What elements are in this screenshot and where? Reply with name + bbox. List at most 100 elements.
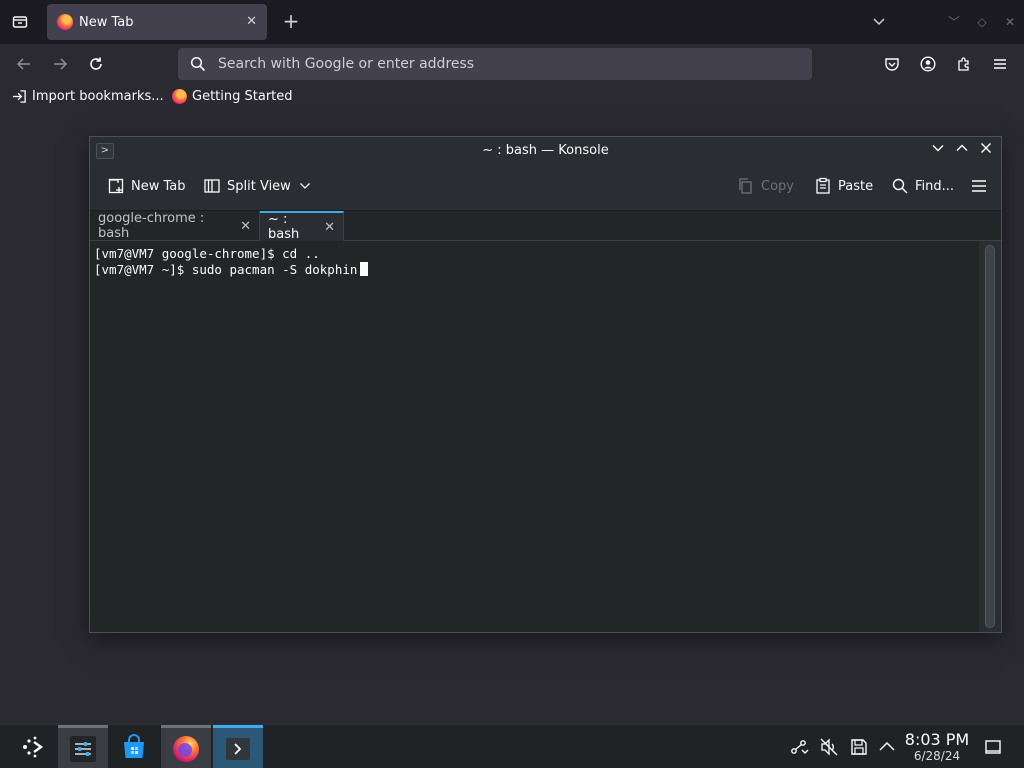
search-icon (891, 177, 909, 195)
close-window-button[interactable]: ✕ (1002, 12, 1018, 32)
taskbar-discover[interactable] (109, 725, 159, 768)
firefox-logo-icon (172, 89, 187, 104)
clock-date: 6/28/24 (913, 749, 961, 763)
tray-expand[interactable] (876, 737, 898, 757)
forward-button[interactable] (48, 52, 72, 76)
terminal-line: [vm7@VM7 google-chrome]$ cd .. (94, 246, 320, 261)
chevron-down-icon (932, 145, 944, 152)
close-tab-icon[interactable]: ✕ (324, 220, 335, 235)
hamburger-menu-icon (972, 180, 986, 192)
floppy-disk-icon (851, 739, 867, 755)
bookmark-label: Import bookmarks... (32, 89, 164, 104)
arrow-left-icon (16, 58, 30, 70)
minimize-button[interactable] (928, 141, 948, 161)
shopping-bag-icon (124, 734, 144, 758)
tray-network[interactable] (788, 737, 810, 757)
terminal-line: [vm7@VM7 ~]$ sudo pacman -S dokphin (94, 261, 975, 278)
pocket-icon (885, 58, 899, 71)
paste-icon (814, 177, 832, 195)
volume-muted-icon (820, 738, 838, 756)
show-desktop-icon (985, 740, 1001, 754)
browser-tab-new-tab[interactable]: New Tab ✕ (47, 4, 267, 40)
paste-button[interactable]: Paste (814, 177, 873, 195)
split-view-button[interactable]: Split View (203, 177, 311, 195)
import-icon (12, 90, 26, 103)
scrollbar-handle[interactable] (985, 245, 995, 628)
account-icon (920, 56, 936, 72)
bookmarks-toolbar: Import bookmarks... Getting Started (0, 84, 1024, 112)
bookmark-getting-started[interactable]: Getting Started (172, 89, 293, 104)
url-bar-placeholder: Search with Google or enter address (218, 56, 475, 72)
terminal-cursor (360, 261, 369, 276)
chevron-down-icon (873, 18, 885, 26)
new-tab-label: New Tab (131, 178, 186, 194)
new-tab-button[interactable]: New Tab (107, 177, 186, 195)
arrow-right-icon (54, 58, 68, 70)
show-desktop-button[interactable] (982, 737, 1004, 757)
taskbar-system-settings[interactable] (58, 725, 108, 768)
firefox-logo-icon (57, 14, 73, 30)
terminal-icon (226, 737, 250, 760)
find-label: Find... (915, 178, 955, 194)
terminal-output[interactable]: [vm7@VM7 google-chrome]$ cd .. [vm7@VM7 ~… (90, 241, 979, 632)
bookmark-import[interactable]: Import bookmarks... (12, 89, 164, 104)
account-button[interactable] (916, 52, 940, 76)
copy-button[interactable]: Copy (737, 177, 794, 195)
reload-icon (90, 57, 102, 70)
firefox-view-icon (12, 16, 28, 28)
maximize-button[interactable] (952, 141, 972, 161)
close-tab-icon[interactable]: ✕ (246, 14, 257, 29)
konsole-window: > ~ : bash — Konsole New Tab Split View (89, 136, 1002, 633)
close-button[interactable] (976, 141, 996, 161)
konsole-tab-label: google-chrome : bash (98, 211, 205, 241)
list-all-tabs-button[interactable] (872, 12, 888, 32)
konsole-tab-google-chrome[interactable]: google-chrome : bash ✕ (90, 211, 260, 241)
settings-sliders-icon (70, 735, 96, 762)
hamburger-menu-button[interactable] (970, 177, 988, 195)
application-launcher[interactable] (8, 725, 58, 768)
firefox-view-button[interactable] (8, 10, 32, 34)
konsole-tab-home-bash[interactable]: ~ : bash ✕ (260, 211, 344, 242)
chevron-up-icon (879, 741, 895, 751)
taskbar-firefox[interactable] (161, 725, 211, 768)
extensions-button[interactable] (952, 52, 976, 76)
search-icon (190, 56, 206, 72)
puzzle-piece-icon (958, 57, 969, 71)
chevron-up-icon (956, 144, 968, 151)
taskbar: 8:03 PM 6/28/24 (0, 724, 1024, 768)
reload-button[interactable] (84, 52, 108, 76)
back-button[interactable] (12, 52, 36, 76)
digital-clock[interactable]: 8:03 PM 6/28/24 (900, 731, 974, 764)
terminal-line-text: [vm7@VM7 ~]$ sudo pacman -S dokphin (94, 261, 358, 277)
close-icon (981, 143, 991, 153)
new-tab-icon (107, 177, 125, 195)
tray-storage[interactable] (848, 737, 870, 757)
pocket-button[interactable] (880, 52, 904, 76)
steam-deck-launcher-icon (23, 736, 44, 758)
taskbar-konsole[interactable] (213, 725, 263, 768)
firefox-logo-icon (173, 735, 199, 762)
split-view-icon (203, 177, 221, 195)
paste-label: Paste (838, 178, 874, 194)
browser-tab-label: New Tab (79, 14, 134, 30)
firefox-tab-bar: New Tab ✕ + ﹀ ◇ ✕ (0, 0, 1024, 44)
find-button[interactable]: Find... (891, 177, 954, 195)
firefox-nav-bar: Search with Google or enter address (0, 44, 1024, 84)
terminal-scrollbar[interactable] (979, 241, 1001, 632)
konsole-tab-bar: google-chrome : bash ✕ ~ : bash ✕ (90, 211, 1001, 242)
chevron-down-icon (299, 183, 310, 189)
close-tab-icon[interactable]: ✕ (240, 219, 251, 234)
bookmark-label: Getting Started (192, 89, 293, 104)
tray-volume[interactable] (818, 737, 840, 757)
konsole-title-bar[interactable]: > ~ : bash — Konsole (90, 137, 1001, 165)
minimize-window-button[interactable]: ﹀ (946, 12, 962, 32)
hamburger-menu-icon (994, 59, 1006, 69)
new-tab-button[interactable]: + (280, 10, 302, 34)
window-title: ~ : bash — Konsole (482, 143, 609, 158)
copy-icon (737, 177, 755, 195)
network-icon (791, 740, 809, 754)
app-menu-button[interactable] (988, 52, 1012, 76)
url-bar[interactable]: Search with Google or enter address (178, 48, 812, 80)
maximize-window-button[interactable]: ◇ (974, 12, 990, 32)
split-view-label: Split View (227, 178, 291, 194)
